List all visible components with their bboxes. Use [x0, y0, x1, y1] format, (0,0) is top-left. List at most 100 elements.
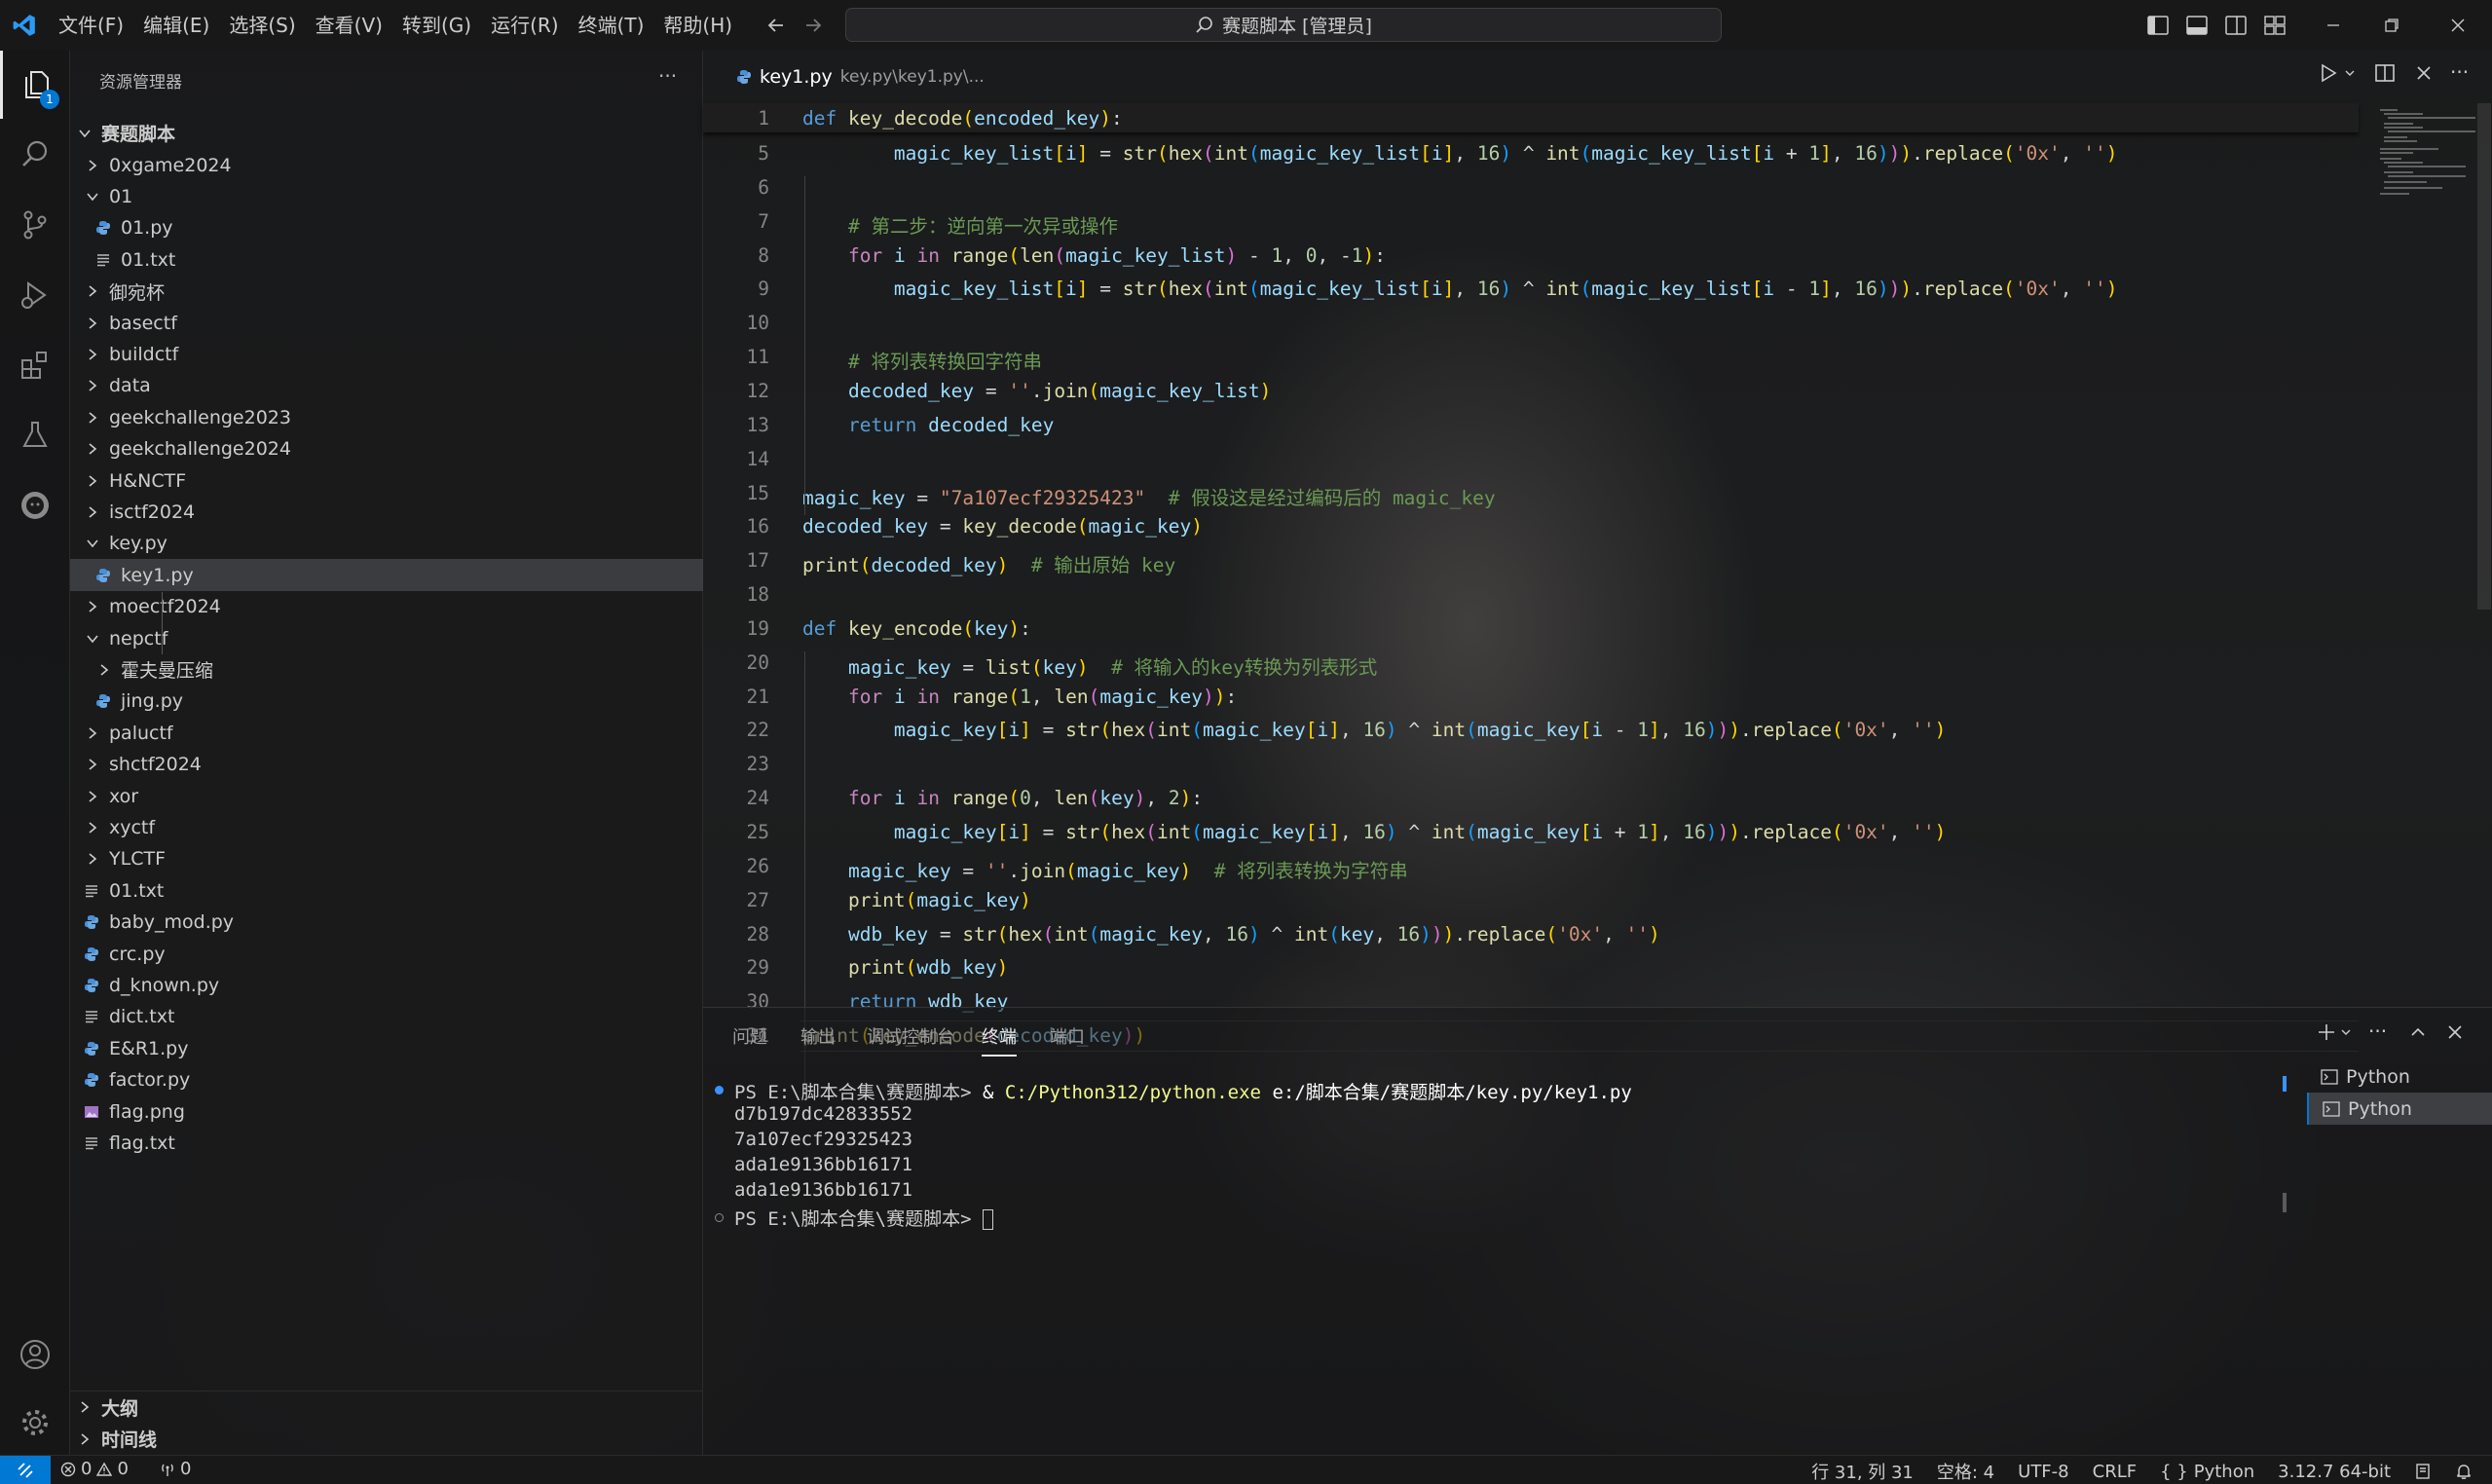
- file-item[interactable]: dict.txt: [70, 1001, 703, 1033]
- close-editor-icon[interactable]: [2413, 62, 2435, 84]
- file-item[interactable]: d_known.py: [70, 969, 703, 1001]
- folder-item[interactable]: YLCTF: [70, 843, 703, 875]
- file-item[interactable]: jing.py: [70, 686, 703, 718]
- folder-item[interactable]: shctf2024: [70, 749, 703, 781]
- run-dropdown-chevron-down-icon[interactable]: [2343, 62, 2357, 84]
- code-editor[interactable]: 5 magic_key_list[i] = str(hex(int(magic_…: [703, 103, 2492, 1093]
- language-mode[interactable]: { } Python: [2160, 1462, 2254, 1482]
- panel-tab[interactable]: 输出: [800, 1023, 836, 1049]
- folder-item[interactable]: 御宛杯: [70, 276, 703, 308]
- accounts-activity[interactable]: [0, 1320, 70, 1389]
- split-editor-icon[interactable]: [2374, 62, 2396, 84]
- folder-item[interactable]: H&NCTF: [70, 464, 703, 497]
- terminal-list-item[interactable]: Python: [2307, 1060, 2492, 1093]
- file-item[interactable]: baby_mod.py: [70, 907, 703, 939]
- menu-item[interactable]: 编辑(E): [133, 0, 219, 51]
- folder-item[interactable]: 0xgame2024: [70, 149, 703, 181]
- explorer-activity[interactable]: 1: [0, 51, 70, 119]
- menu-item[interactable]: 帮助(H): [653, 0, 742, 51]
- file-item[interactable]: 01.txt: [70, 874, 703, 907]
- folder-item[interactable]: basectf: [70, 307, 703, 339]
- panel-tab[interactable]: 终端: [982, 1023, 1017, 1057]
- back-arrow-icon[interactable]: [758, 7, 795, 44]
- search-activity[interactable]: [0, 121, 70, 189]
- sticky-scroll-header[interactable]: 1 def key_decode(encoded_key):: [703, 103, 2359, 132]
- run-debug-activity[interactable]: [0, 261, 70, 329]
- folder-item[interactable]: key.py: [70, 528, 703, 560]
- folder-item[interactable]: xyctf: [70, 811, 703, 843]
- panel-tab[interactable]: 端口: [1050, 1023, 1085, 1049]
- workspace-root[interactable]: 赛题脚本: [70, 117, 703, 149]
- folder-item[interactable]: xor: [70, 780, 703, 812]
- file-item[interactable]: E&R1.py: [70, 1032, 703, 1064]
- menu-item[interactable]: 查看(V): [306, 0, 392, 51]
- toggle-secondary-sidebar-icon[interactable]: [2216, 6, 2255, 45]
- minimize-window-icon[interactable]: [2304, 6, 2362, 45]
- toggle-panel-icon[interactable]: [2177, 6, 2216, 45]
- python-file-icon: [84, 1041, 101, 1057]
- command-center-search[interactable]: 赛题脚本 [管理员]: [845, 8, 1722, 42]
- run-python-file-icon[interactable]: [2318, 62, 2339, 84]
- extensions-activity[interactable]: [0, 331, 70, 399]
- folder-item[interactable]: 霍夫曼压缩: [70, 653, 703, 686]
- folder-item[interactable]: nepctf: [70, 622, 703, 654]
- folder-item[interactable]: geekchallenge2024: [70, 433, 703, 465]
- folder-item[interactable]: isctf2024: [70, 496, 703, 528]
- file-item[interactable]: factor.py: [70, 1064, 703, 1096]
- menu-item[interactable]: 文件(F): [49, 0, 133, 51]
- file-item[interactable]: 01.py: [70, 212, 703, 244]
- menu-item[interactable]: 选择(S): [219, 0, 305, 51]
- folder-item[interactable]: moectf2024: [70, 591, 703, 623]
- file-item[interactable]: flag.txt: [70, 1127, 703, 1159]
- file-item[interactable]: crc.py: [70, 938, 703, 970]
- terminal-list-item[interactable]: Python: [2307, 1093, 2492, 1125]
- folder-item[interactable]: 01: [70, 180, 703, 212]
- file-item[interactable]: 01.txt: [70, 243, 703, 276]
- ports-indicator[interactable]: 0: [160, 1459, 191, 1479]
- problems-indicator[interactable]: 0 0: [60, 1459, 129, 1479]
- tree-item-label: H&NCTF: [109, 469, 187, 492]
- new-terminal-icon[interactable]: [2316, 1021, 2337, 1043]
- minimap[interactable]: [2366, 103, 2489, 210]
- code-line: for i in range(0, len(key), 2):: [847, 787, 1204, 810]
- customize-layout-icon[interactable]: [2255, 6, 2294, 45]
- python-env-icon[interactable]: [2414, 1463, 2432, 1480]
- editor-more-actions-icon[interactable]: ···: [2450, 60, 2469, 84]
- file-item[interactable]: key1.py: [70, 559, 703, 592]
- panel-more-actions-icon[interactable]: ···: [2368, 1020, 2387, 1043]
- more-actions-icon[interactable]: ···: [658, 64, 677, 88]
- menu-item[interactable]: 运行(R): [481, 0, 569, 51]
- github-activity[interactable]: [0, 471, 70, 539]
- tab-key1-py[interactable]: key1.py key.py\key1.py\...: [703, 51, 985, 103]
- file-encoding[interactable]: UTF-8: [2018, 1462, 2068, 1482]
- toggle-primary-sidebar-icon[interactable]: [2139, 6, 2177, 45]
- file-item[interactable]: flag.png: [70, 1095, 703, 1128]
- timeline-section[interactable]: 时间线: [70, 1423, 703, 1455]
- close-window-icon[interactable]: [2429, 6, 2487, 45]
- testing-activity[interactable]: [0, 401, 70, 469]
- panel-tab[interactable]: 调试控制台: [867, 1023, 954, 1049]
- menu-item[interactable]: 终端(T): [569, 0, 654, 51]
- manage-activity[interactable]: [0, 1389, 70, 1457]
- outline-section[interactable]: 大纲: [70, 1391, 703, 1423]
- cursor-position[interactable]: 行 31, 列 31: [1811, 1459, 1914, 1484]
- end-of-line[interactable]: CRLF: [2093, 1462, 2137, 1482]
- maximize-panel-chevron-up-icon[interactable]: [2407, 1021, 2429, 1043]
- folder-item[interactable]: geekchallenge2023: [70, 401, 703, 433]
- indentation[interactable]: 空格: 4: [1937, 1459, 1994, 1484]
- restore-window-icon[interactable]: [2362, 6, 2421, 45]
- forward-arrow-icon[interactable]: [795, 7, 832, 44]
- folder-item[interactable]: data: [70, 370, 703, 402]
- source-control-activity[interactable]: [0, 191, 70, 259]
- python-interpreter[interactable]: 3.12.7 64-bit: [2278, 1462, 2391, 1482]
- folder-item[interactable]: buildctf: [70, 338, 703, 370]
- terminal-dropdown-chevron-down-icon[interactable]: [2339, 1021, 2353, 1043]
- terminal-scrollbar[interactable]: [2283, 1193, 2287, 1212]
- close-panel-icon[interactable]: [2444, 1021, 2466, 1043]
- folder-item[interactable]: paluctf: [70, 717, 703, 749]
- notifications-bell-icon[interactable]: [2455, 1463, 2473, 1480]
- remote-indicator[interactable]: [0, 1456, 51, 1484]
- menu-item[interactable]: 转到(G): [392, 0, 481, 51]
- editor-scrollbar[interactable]: [2477, 103, 2491, 610]
- panel-tab[interactable]: 问题: [732, 1023, 767, 1049]
